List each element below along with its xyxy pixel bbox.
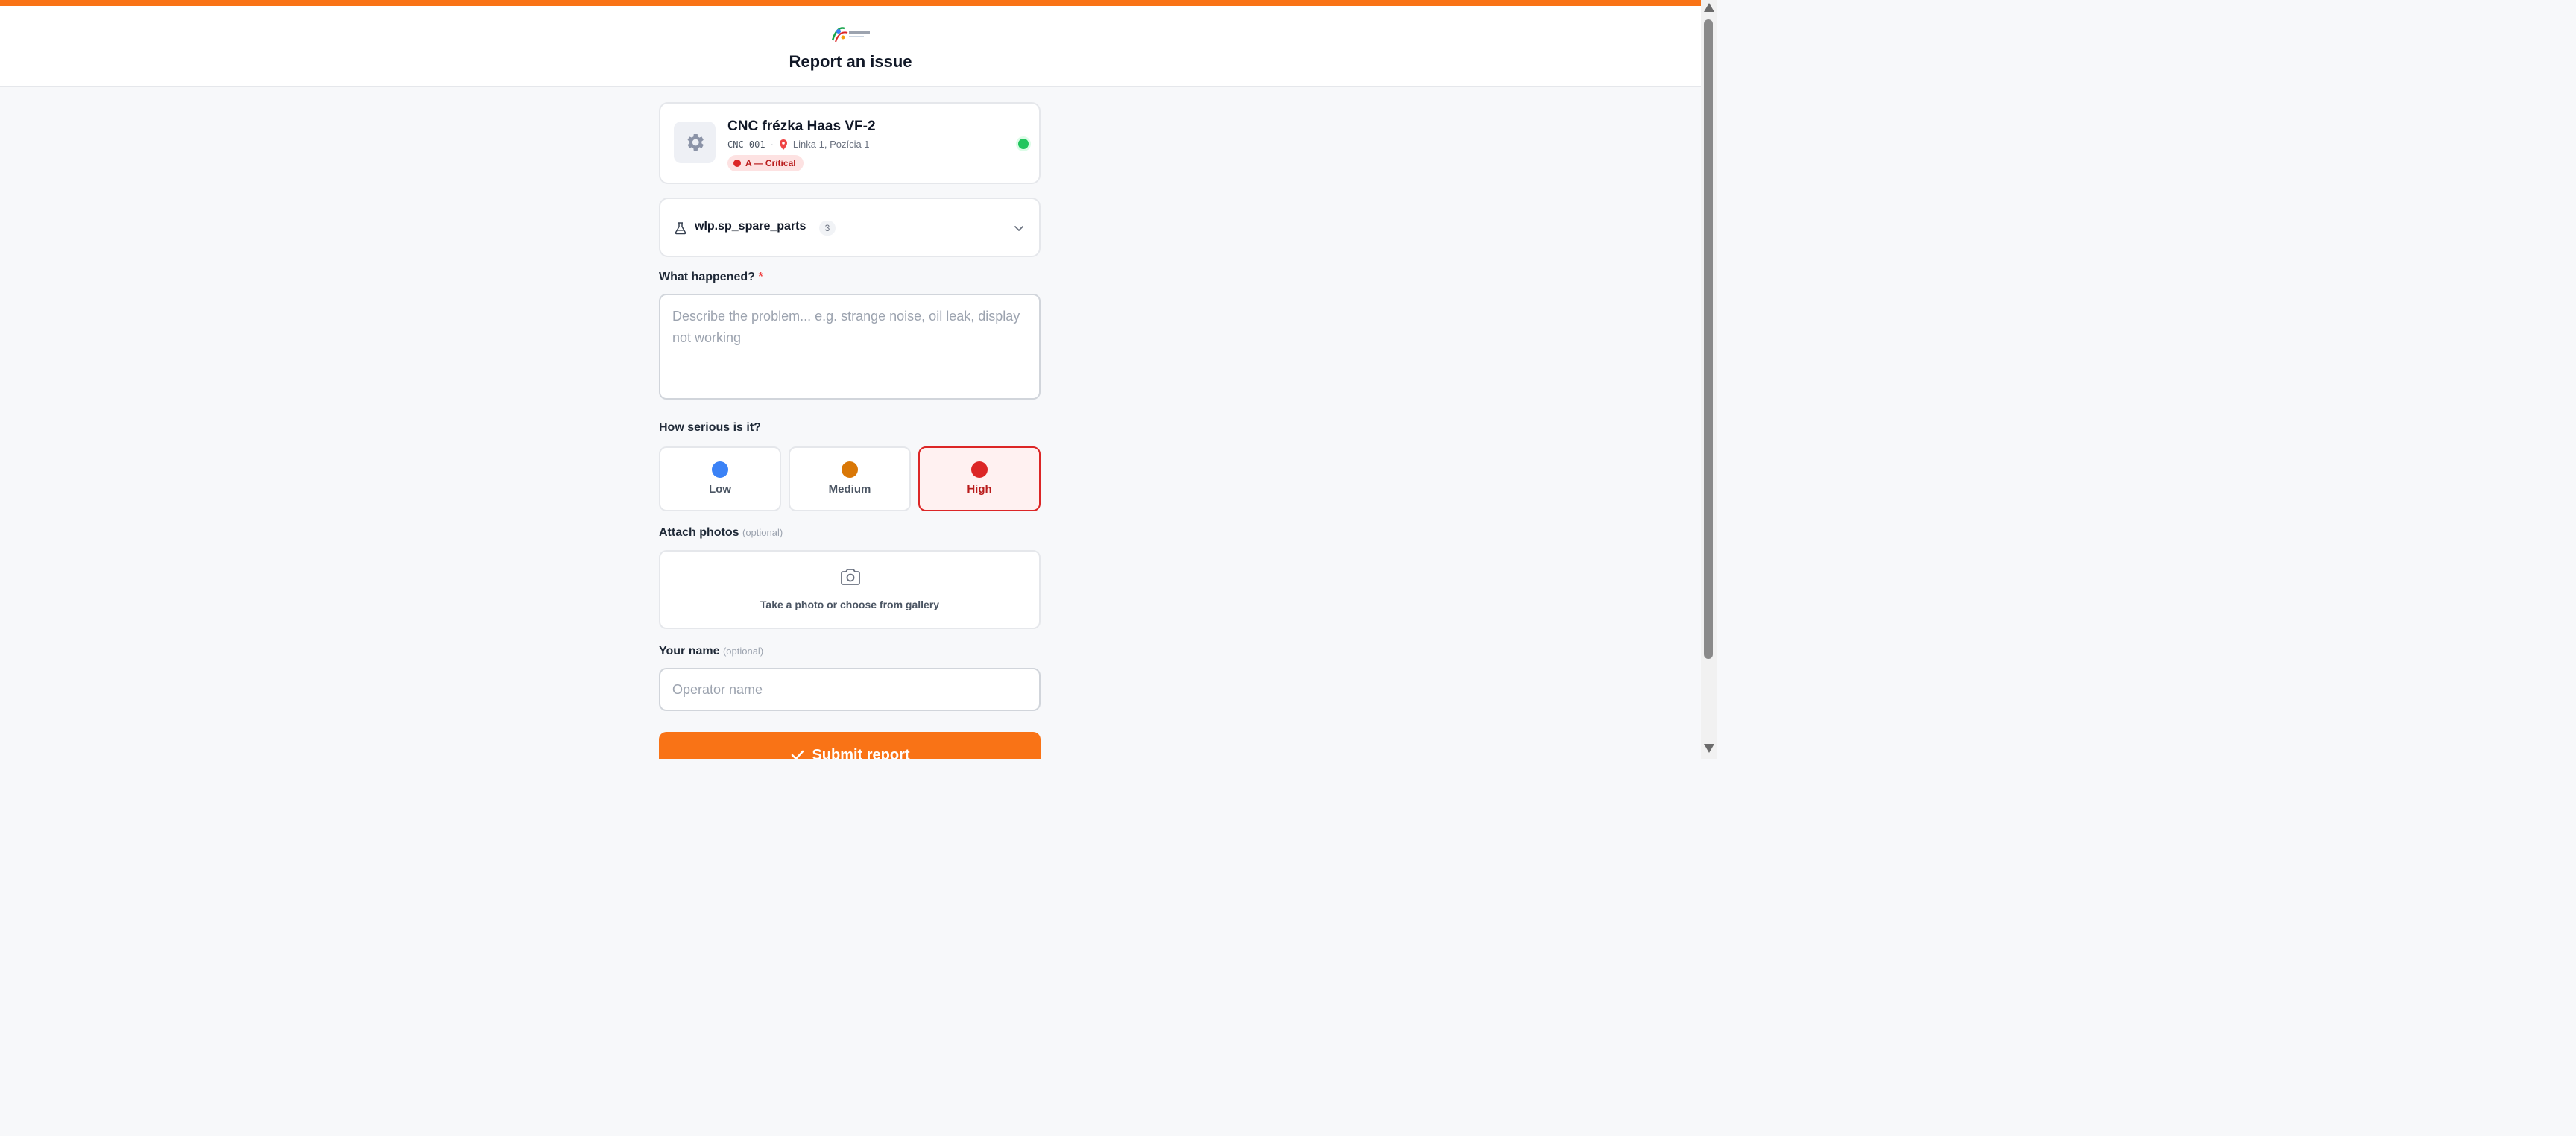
problem-description-input[interactable] <box>659 294 1041 400</box>
company-logo-icon <box>831 27 870 42</box>
criticality-badge: A — Critical <box>727 155 804 171</box>
severity-medium-label: Medium <box>828 483 871 496</box>
criticality-label: A — Critical <box>745 158 796 168</box>
page-title: Report an issue <box>789 52 912 71</box>
scroll-up-arrow-icon[interactable] <box>1704 3 1714 12</box>
photos-label-text: Attach photos <box>659 526 739 539</box>
accent-top-bar <box>0 0 1701 6</box>
vertical-scrollbar[interactable] <box>1701 0 1717 759</box>
chevron-down-icon[interactable] <box>1012 221 1026 235</box>
check-icon <box>792 750 804 759</box>
severity-high-dot-icon <box>971 461 988 478</box>
required-mark: * <box>758 271 763 283</box>
flask-icon <box>675 222 686 235</box>
attach-photos-button[interactable]: Take a photo or choose from gallery <box>659 550 1041 629</box>
submit-report-label: Submit report <box>812 747 910 759</box>
photos-optional-text: (optional) <box>742 527 783 538</box>
machine-location: Linka 1, Pozícia 1 <box>792 139 870 150</box>
machine-meta: CNC-001 · Linka 1, Pozícia 1 <box>727 139 870 150</box>
scroll-down-arrow-icon[interactable] <box>1704 744 1714 753</box>
machine-card: CNC frézka Haas VF-2 CNC-001 · Linka 1, … <box>659 102 1041 184</box>
page-header: Report an issue <box>0 6 1701 87</box>
spare-parts-dropdown[interactable]: wlp.sp_spare_parts 3 <box>659 198 1041 257</box>
spare-parts-count-badge: 3 <box>819 221 836 236</box>
severity-low-button[interactable]: Low <box>659 446 781 511</box>
attach-photos-text: Take a photo or choose from gallery <box>760 599 940 610</box>
meta-separator: · <box>770 139 774 150</box>
critical-dot-icon <box>733 160 741 167</box>
app-viewport: Report an issue CNC frézka Haas VF-2 CNC… <box>0 0 1701 759</box>
camera-icon <box>841 569 860 585</box>
operator-name-input[interactable] <box>659 668 1041 711</box>
severity-low-dot-icon <box>712 461 728 478</box>
submit-report-button[interactable]: Submit report <box>659 732 1041 759</box>
machine-code: CNC-001 <box>727 139 765 150</box>
scrollbar-thumb[interactable] <box>1704 19 1713 659</box>
problem-label-text: What happened? <box>659 271 755 283</box>
severity-high-button[interactable]: High <box>918 446 1041 511</box>
name-label: Your name (optional) <box>659 645 763 658</box>
severity-low-label: Low <box>709 483 731 496</box>
severity-medium-dot-icon <box>842 461 858 478</box>
location-pin-icon <box>779 139 787 150</box>
name-optional-text: (optional) <box>722 646 764 657</box>
severity-label: How serious is it? <box>659 421 761 434</box>
gear-icon <box>674 122 716 163</box>
machine-name: CNC frézka Haas VF-2 <box>727 119 876 134</box>
problem-label: What happened? * <box>659 271 763 284</box>
photos-label: Attach photos (optional) <box>659 526 783 540</box>
spare-parts-label: wlp.sp_spare_parts <box>695 220 806 233</box>
severity-high-label: High <box>967 483 992 496</box>
name-label-text: Your name <box>659 645 720 657</box>
online-status-dot <box>1018 139 1029 149</box>
severity-medium-button[interactable]: Medium <box>789 446 911 511</box>
